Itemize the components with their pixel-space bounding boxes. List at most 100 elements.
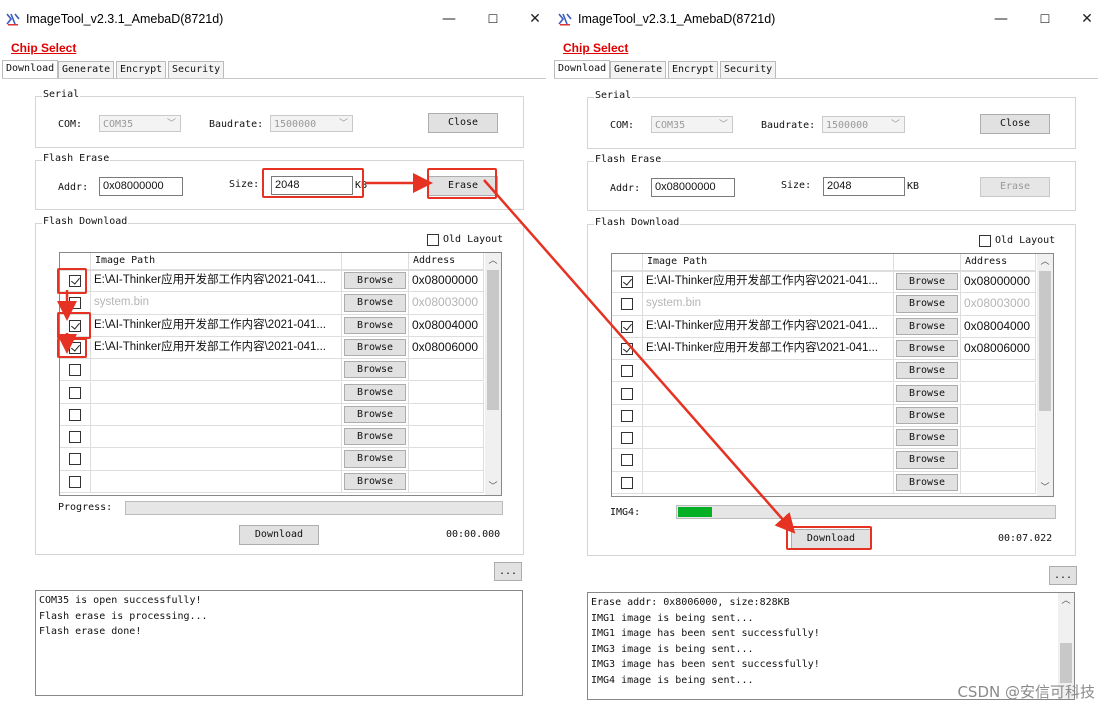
row-checkbox[interactable] <box>69 297 81 310</box>
image-path-cell[interactable] <box>91 381 342 404</box>
row-checkbox[interactable] <box>69 408 81 421</box>
table-scrollbar[interactable]: ︿ ﹀ <box>1037 254 1053 496</box>
browse-button[interactable]: Browse <box>896 295 958 313</box>
address-cell[interactable]: 0x08006000 <box>961 337 1036 361</box>
serial-close-button[interactable]: Close <box>980 114 1050 134</box>
address-cell[interactable] <box>961 471 1036 494</box>
row-checkbox[interactable] <box>621 342 633 355</box>
address-cell[interactable] <box>409 426 484 449</box>
browse-button[interactable]: Browse <box>344 316 406 334</box>
scroll-up-icon[interactable]: ︿ <box>1037 254 1053 270</box>
image-path-cell[interactable]: system.bin <box>643 293 894 316</box>
address-cell[interactable] <box>961 360 1036 383</box>
address-cell[interactable] <box>409 359 484 382</box>
address-cell[interactable] <box>961 382 1036 405</box>
browse-button[interactable]: Browse <box>896 362 958 380</box>
browse-button[interactable]: Browse <box>344 405 406 424</box>
browse-button[interactable]: Browse <box>896 384 958 402</box>
scroll-down-icon[interactable]: ﹀ <box>1037 480 1053 496</box>
image-path-cell[interactable]: E:\AI-Thinker应用开发部工作内容\2021-041... <box>643 271 894 294</box>
old-layout-checkbox[interactable] <box>979 235 991 247</box>
row-checkbox[interactable] <box>69 319 81 332</box>
tab-security[interactable]: Security <box>720 61 777 78</box>
minimize-button[interactable]: — <box>986 8 1016 30</box>
row-checkbox[interactable] <box>621 276 633 288</box>
image-path-cell[interactable] <box>91 426 342 449</box>
address-cell[interactable] <box>961 449 1036 472</box>
baudrate-select[interactable]: 1500000 ﹀ <box>270 115 353 132</box>
address-cell[interactable]: 0x08006000 <box>409 336 484 360</box>
row-checkbox[interactable] <box>69 475 81 488</box>
address-cell[interactable] <box>961 404 1036 428</box>
row-checkbox[interactable] <box>621 409 633 422</box>
maximize-button[interactable]: ☐ <box>1030 8 1060 30</box>
row-checkbox[interactable] <box>69 341 81 354</box>
browse-button[interactable]: Browse <box>344 383 406 401</box>
minimize-button[interactable]: — <box>434 8 464 30</box>
image-path-cell[interactable] <box>91 470 342 493</box>
address-cell[interactable]: 0x08004000 <box>961 315 1036 338</box>
browse-button[interactable]: Browse <box>896 317 958 335</box>
erase-button[interactable]: Erase <box>428 176 498 196</box>
address-cell[interactable] <box>409 448 484 471</box>
erase-button[interactable]: Erase <box>980 177 1050 197</box>
address-cell[interactable]: 0x08003000 <box>409 292 484 315</box>
com-port-select[interactable]: COM35 ﹀ <box>99 115 181 132</box>
row-checkbox[interactable] <box>621 387 633 400</box>
image-path-cell[interactable] <box>91 448 342 471</box>
browse-button[interactable]: Browse <box>896 429 958 447</box>
tab-generate[interactable]: Generate <box>58 61 115 78</box>
address-cell[interactable]: 0x08003000 <box>961 293 1036 316</box>
tab-encrypt[interactable]: Encrypt <box>116 61 167 78</box>
tab-encrypt[interactable]: Encrypt <box>668 61 719 78</box>
serial-close-button[interactable]: Close <box>428 113 498 133</box>
scroll-up-icon[interactable]: ︿ <box>485 253 501 269</box>
image-path-cell[interactable] <box>643 360 894 383</box>
browse-button[interactable]: Browse <box>344 450 406 468</box>
image-path-cell[interactable] <box>91 403 342 427</box>
address-cell[interactable] <box>961 427 1036 450</box>
maximize-button[interactable]: ☐ <box>478 8 508 30</box>
download-button[interactable]: Download <box>791 529 871 549</box>
browse-button[interactable]: Browse <box>896 451 958 469</box>
image-path-cell[interactable]: system.bin <box>91 292 342 315</box>
browse-button[interactable]: Browse <box>344 294 406 312</box>
image-path-cell[interactable] <box>643 382 894 405</box>
baudrate-select[interactable]: 1500000 ﹀ <box>822 116 905 133</box>
tab-generate[interactable]: Generate <box>610 61 667 78</box>
address-cell[interactable]: 0x08000000 <box>409 270 484 293</box>
row-checkbox[interactable] <box>621 454 633 467</box>
address-cell[interactable]: 0x08000000 <box>961 271 1036 294</box>
scroll-thumb[interactable] <box>1039 271 1051 411</box>
image-path-cell[interactable]: E:\AI-Thinker应用开发部工作内容\2021-041... <box>91 336 342 360</box>
address-cell[interactable]: 0x08004000 <box>409 314 484 337</box>
old-layout-checkbox[interactable] <box>427 234 439 246</box>
scroll-down-icon[interactable]: ﹀ <box>485 479 501 495</box>
erase-addr-input[interactable]: 0x08000000 <box>651 178 735 197</box>
close-window-button[interactable]: ✕ <box>520 8 550 30</box>
chip-select-link[interactable]: Chip Select <box>11 41 76 55</box>
browse-button[interactable]: Browse <box>896 473 958 491</box>
close-window-button[interactable]: ✕ <box>1072 8 1102 30</box>
tab-download[interactable]: Download <box>2 60 59 78</box>
row-checkbox[interactable] <box>621 365 633 378</box>
log-output[interactable]: COM35 is open successfully! Flash erase i… <box>35 590 523 696</box>
browse-button[interactable]: Browse <box>344 428 406 446</box>
erase-size-input[interactable]: 2048 <box>271 176 353 195</box>
row-checkbox[interactable] <box>69 431 81 444</box>
row-checkbox[interactable] <box>69 386 81 399</box>
com-port-select[interactable]: COM35 ﹀ <box>651 116 733 133</box>
address-cell[interactable] <box>409 470 484 493</box>
chip-select-link[interactable]: Chip Select <box>563 41 628 55</box>
row-checkbox[interactable] <box>69 453 81 466</box>
image-path-cell[interactable] <box>643 471 894 494</box>
image-path-cell[interactable]: E:\AI-Thinker应用开发部工作内容\2021-041... <box>643 315 894 338</box>
browse-button[interactable]: Browse <box>344 272 406 290</box>
scroll-thumb[interactable] <box>487 270 499 410</box>
tab-security[interactable]: Security <box>168 61 225 78</box>
address-cell[interactable] <box>409 381 484 404</box>
tab-download[interactable]: Download <box>554 60 611 78</box>
row-checkbox[interactable] <box>621 432 633 445</box>
image-path-cell[interactable]: E:\AI-Thinker应用开发部工作内容\2021-041... <box>91 314 342 337</box>
image-path-cell[interactable]: E:\AI-Thinker应用开发部工作内容\2021-041... <box>643 337 894 361</box>
